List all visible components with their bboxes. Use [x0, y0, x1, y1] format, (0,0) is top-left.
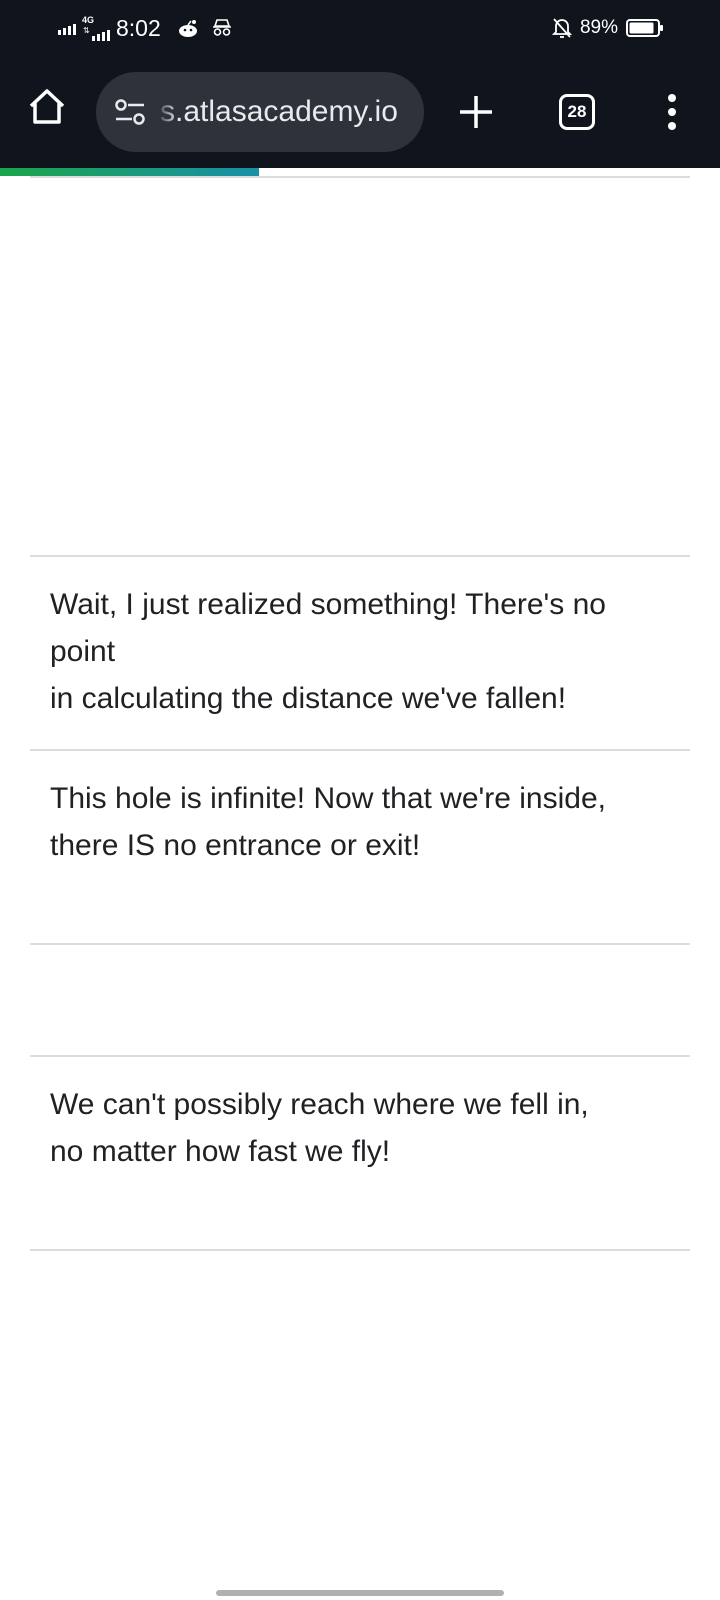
url-text: s.atlasacademy.io	[160, 95, 398, 128]
dialogue-text: We can't possibly reach where we fell in…	[50, 1088, 589, 1168]
dialogue-row: This hole is infinite! Now that we're in…	[30, 749, 690, 943]
battery-percent: 89%	[579, 17, 618, 38]
dialogue-row	[30, 176, 690, 555]
page-load-progress-fill	[0, 168, 260, 176]
dialogue-row: Wait, I just realized something! There's…	[30, 555, 690, 749]
battery-icon	[626, 19, 663, 37]
incognito-icon	[212, 19, 231, 36]
new-tab-icon[interactable]	[456, 92, 496, 132]
4g-signal-icon: 4G ⇅	[82, 15, 110, 41]
signal-icon	[58, 21, 76, 35]
dialogue-row	[30, 943, 690, 1055]
gesture-nav-bar[interactable]	[216, 1590, 504, 1596]
status-time: 8:02	[116, 15, 161, 41]
browser-toolbar: s.atlasacademy.io 28	[0, 58, 720, 168]
status-right: 89%	[551, 14, 664, 42]
home-icon[interactable]	[26, 86, 68, 128]
tab-switcher-button[interactable]: 28	[559, 94, 595, 130]
network-type-label: 4G	[82, 15, 95, 25]
divider	[30, 1249, 690, 1251]
dialogue-text	[30, 945, 690, 969]
page-load-progress	[0, 168, 720, 176]
dialogue-text	[30, 178, 690, 202]
bell-off-icon	[551, 18, 572, 38]
reddit-icon	[178, 20, 197, 37]
dialogue-text: Wait, I just realized something! There's…	[50, 588, 606, 715]
status-bar: 4G ⇅ 8:02 89%	[0, 0, 720, 58]
dialogue-list: Wait, I just realized something! There's…	[30, 176, 690, 1251]
overflow-menu-icon[interactable]	[664, 94, 680, 132]
dialogue-row: We can't possibly reach where we fell in…	[30, 1055, 690, 1249]
site-settings-icon[interactable]	[114, 98, 146, 126]
status-left: 4G ⇅ 8:02	[58, 14, 233, 42]
address-bar[interactable]: s.atlasacademy.io	[96, 72, 424, 152]
dialogue-text: This hole is infinite! Now that we're in…	[50, 782, 606, 862]
